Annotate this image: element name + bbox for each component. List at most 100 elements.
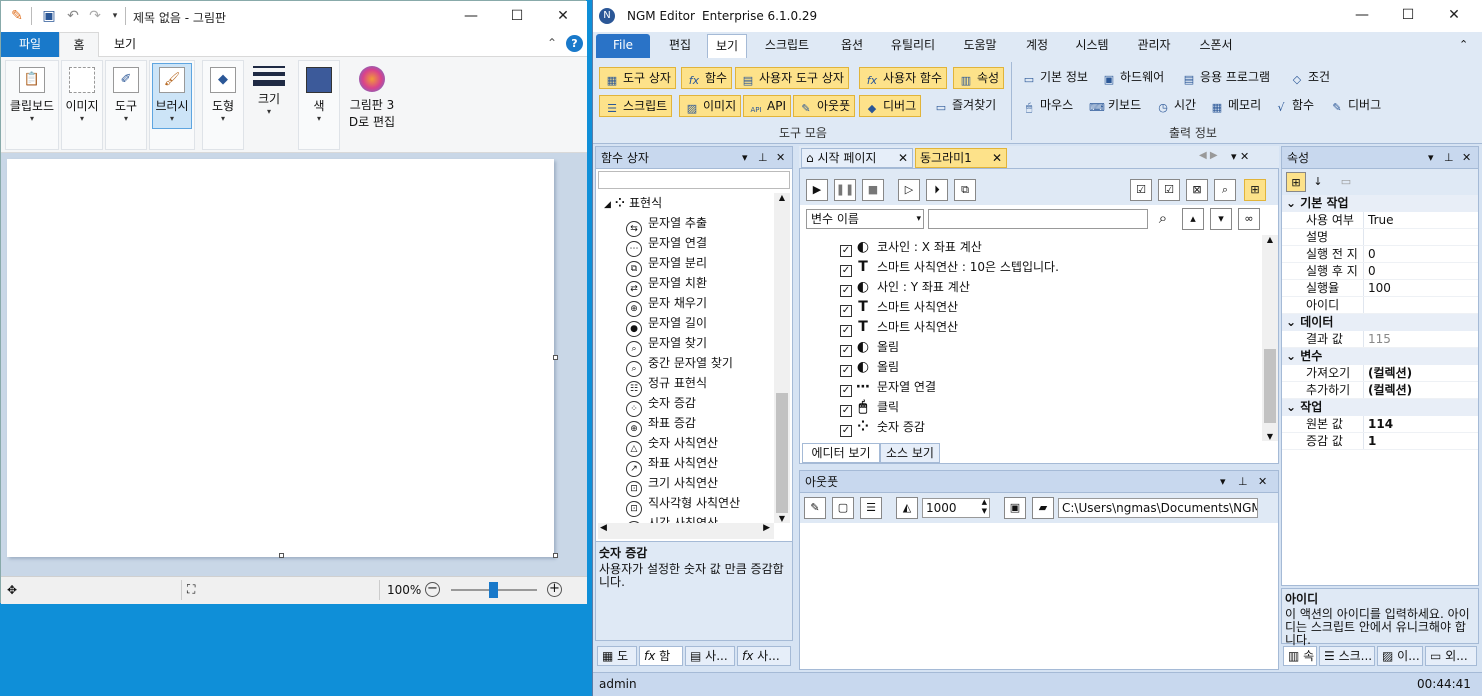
stop-icon[interactable]: ■ xyxy=(862,179,884,201)
line-checkbox[interactable]: ✓ xyxy=(840,345,852,357)
favorites-button[interactable]: ▭ 즐겨찾기 xyxy=(929,95,1000,117)
time-button[interactable]: ◷ 시간 xyxy=(1151,95,1200,117)
property-value[interactable]: 1 xyxy=(1364,433,1478,449)
script-line[interactable]: ✓ ◐ 코사인 : X 좌표 계산 xyxy=(840,237,1262,257)
color-button[interactable]: 색 ▾ xyxy=(299,61,339,123)
line-checkbox[interactable]: ✓ xyxy=(840,365,852,377)
property-row[interactable]: 설명 xyxy=(1282,229,1478,246)
script-line[interactable]: ✓ ◐ 올림 xyxy=(840,337,1262,357)
property-row[interactable]: 증감 값1 xyxy=(1282,433,1478,450)
function-item[interactable]: ⇆ 문자열 추출 xyxy=(602,213,774,237)
clear-output-icon[interactable]: ✎ xyxy=(804,497,826,519)
property-row[interactable]: 결과 값 115 xyxy=(1282,331,1478,348)
user-toolbox-button[interactable]: ▤ 사용자 도구 상자 xyxy=(735,67,849,89)
clipboard-button[interactable]: 📋 클립보드 ▾ xyxy=(6,61,58,123)
tab-close-icon[interactable]: ✕ xyxy=(992,149,1002,167)
maximize-button[interactable]: ☐ xyxy=(494,1,540,32)
tab-circle1[interactable]: 동그라미1 ✕ xyxy=(915,148,1007,168)
output-function-button[interactable]: √ 함수 xyxy=(1269,95,1318,117)
property-category[interactable]: ⌄ 데이터 xyxy=(1282,314,1478,331)
paint3d-button[interactable]: 그림판 3 D로 편집 xyxy=(343,60,401,130)
function-button[interactable]: fx 함수 xyxy=(681,67,733,89)
function-item[interactable]: ● 문자열 길이 xyxy=(602,313,774,337)
tools-button[interactable]: ✐ 도구 ▾ xyxy=(106,61,146,123)
api-button[interactable]: API API xyxy=(743,95,791,117)
play-icon[interactable]: ▶ xyxy=(806,179,828,201)
resize-handle-bottom[interactable] xyxy=(279,553,284,558)
categorized-icon[interactable]: ⊞ xyxy=(1286,172,1306,192)
tab-home[interactable]: 홈 xyxy=(59,32,99,57)
line-checkbox[interactable]: ✓ xyxy=(840,385,852,397)
collapse-ribbon-icon[interactable]: ⌃ xyxy=(547,36,557,50)
panel-menu-icon[interactable]: ▾ xyxy=(742,147,748,169)
close-button[interactable]: ✕ xyxy=(540,1,586,32)
property-row[interactable]: 사용 여부 True xyxy=(1282,212,1478,229)
tab-admin[interactable]: 관리자 xyxy=(1129,34,1179,58)
function-tree-hscrollbar[interactable]: ◀ ▶ xyxy=(598,523,774,539)
property-value[interactable]: True xyxy=(1364,212,1478,228)
function-tree-scrollbar[interactable]: ▲ ▼ xyxy=(774,193,790,523)
tab-system[interactable]: 시스템 xyxy=(1067,34,1117,58)
property-value[interactable]: 100 xyxy=(1364,280,1478,296)
tab-source-view[interactable]: 소스 보기 xyxy=(880,443,940,463)
property-row[interactable]: 원본 값 114 xyxy=(1282,416,1478,433)
function-item[interactable]: ▦시간 사칙연산 xyxy=(602,513,774,523)
script-line[interactable]: ✓ ⋯ 문자열 연결 xyxy=(840,377,1262,397)
variable-value-input[interactable] xyxy=(928,209,1148,229)
property-value[interactable]: 0 xyxy=(1364,263,1478,279)
collapse-ribbon-icon[interactable]: ⌃ xyxy=(1459,38,1468,51)
bottom-tab-image[interactable]: ▨ 이... xyxy=(1377,646,1423,666)
search-icon[interactable]: ⌕ xyxy=(1214,179,1236,201)
tab-account[interactable]: 계정 xyxy=(1015,34,1059,58)
property-pages-icon[interactable]: ▭ xyxy=(1336,172,1356,192)
tab-options[interactable]: 옵션 xyxy=(829,34,875,58)
application-button[interactable]: ▤ 응용 프로그램 xyxy=(1177,67,1274,89)
tree-root[interactable]: ◢ ⁘ 표현식 xyxy=(602,193,774,213)
property-value[interactable]: 115 xyxy=(1364,331,1478,347)
editor-scrollbar[interactable]: ▲ ▼ xyxy=(1262,235,1278,441)
function-item[interactable]: ⇄ 문자열 치환 xyxy=(602,273,774,297)
loop-icon[interactable]: ∞ xyxy=(1238,208,1260,230)
function-item[interactable]: ⧉ 문자열 분리 xyxy=(602,253,774,277)
property-value[interactable]: (컬렉션) xyxy=(1364,382,1478,398)
tab-file[interactable]: File xyxy=(596,34,650,58)
pin-icon[interactable]: ⊥ xyxy=(1238,471,1248,493)
function-item[interactable]: ⋯ 문자열 연결 xyxy=(602,233,774,257)
image-button[interactable]: 이미지 ▾ xyxy=(62,61,102,123)
line-checkbox[interactable]: ✓ xyxy=(840,285,852,297)
save-icon[interactable]: ▣ xyxy=(41,8,57,24)
function-item[interactable]: ⌕ 중간 문자열 찾기 xyxy=(602,353,774,377)
folder-icon[interactable]: ▰ xyxy=(1032,497,1054,519)
function-item[interactable]: ↗ 좌표 사칙연산 xyxy=(602,453,774,477)
output-count-stepper[interactable]: 1000 ▲ ▼ xyxy=(922,498,990,518)
resize-handle-corner[interactable] xyxy=(553,553,558,558)
script-line[interactable]: ✓ T 스마트 사칙연산 xyxy=(840,317,1262,337)
tab-editor-view[interactable]: 에디터 보기 xyxy=(802,443,880,463)
condition-button[interactable]: ◇ 조건 xyxy=(1285,67,1334,89)
minimize-button[interactable]: — xyxy=(448,1,494,32)
properties-button[interactable]: ▥ 속성 xyxy=(953,67,1005,89)
prev-icon[interactable]: ▴ xyxy=(1182,208,1204,230)
basic-info-button[interactable]: ▭ 기본 정보 xyxy=(1017,67,1092,89)
tab-file[interactable]: 파일 xyxy=(1,32,59,57)
ngm-maximize-button[interactable]: ☐ xyxy=(1385,0,1431,31)
script-line[interactable]: ✓ ⁘ 숫자 증감 xyxy=(840,417,1262,437)
line-checkbox[interactable]: ✓ xyxy=(840,325,852,337)
redo-icon[interactable]: ↷ xyxy=(87,8,103,24)
tab-view[interactable]: 보기 xyxy=(707,34,747,58)
tab-close-icon[interactable]: ✕ xyxy=(898,149,908,167)
doc-menu-icon[interactable]: ▾ ✕ xyxy=(1231,150,1249,163)
function-search-input[interactable] xyxy=(598,171,790,189)
line-checkbox[interactable]: ✓ xyxy=(840,425,852,437)
function-item[interactable]: ☷ 정규 표현식 xyxy=(602,373,774,397)
property-value[interactable] xyxy=(1364,297,1478,313)
hardware-button[interactable]: ▣ 하드웨어 xyxy=(1097,67,1168,89)
tree-view-icon[interactable]: ⊞ xyxy=(1244,179,1266,201)
panel-menu-icon[interactable]: ▾ xyxy=(1428,147,1434,169)
size-button[interactable]: 크기 ▾ xyxy=(249,60,289,116)
list-icon[interactable]: ☰ xyxy=(860,497,882,519)
function-item[interactable]: △ 숫자 사칙연산 xyxy=(602,433,774,457)
function-item[interactable]: ⊕ 문자 채우기 xyxy=(602,293,774,317)
bottom-tab-toolbox[interactable]: ▦ 도 xyxy=(597,646,637,666)
bottom-tab-script[interactable]: ☰ 스크... xyxy=(1319,646,1375,666)
